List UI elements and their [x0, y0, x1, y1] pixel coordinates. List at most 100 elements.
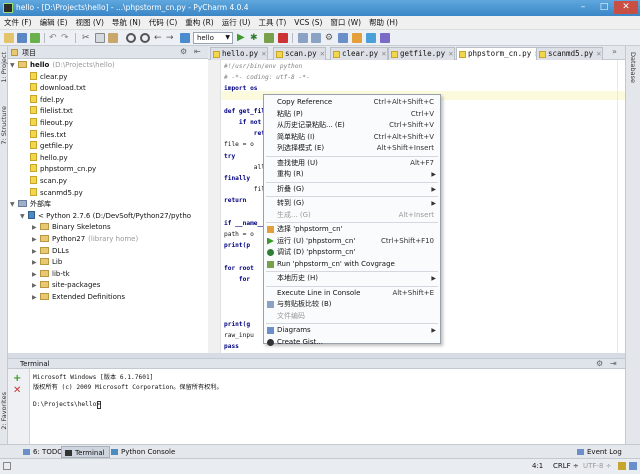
expand-arrow-icon[interactable]: ▼	[10, 199, 18, 211]
close-tab-icon[interactable]: ✕	[320, 50, 325, 58]
project-structure-icon[interactable]	[338, 33, 348, 43]
tree-row[interactable]: download.txt	[30, 83, 86, 95]
close-tab-icon[interactable]: ✕	[448, 50, 453, 58]
menu-item[interactable]: VCS (S)	[290, 16, 326, 30]
context-menu-item[interactable]: 转到 (G) ▶	[264, 198, 440, 210]
expand-arrow-icon[interactable]: ▶	[32, 246, 40, 258]
tool-window-structure[interactable]: 7: Structure	[0, 106, 8, 145]
tree-row[interactable]: fileout.py	[30, 118, 73, 130]
context-menu-item[interactable]: 从历史记录粘贴... (E) Ctrl+Shift+V	[264, 120, 440, 132]
file-encoding[interactable]: UTF-8 ÷	[583, 462, 612, 470]
context-menu-item[interactable]: 运行 (U) 'phpstorm_cn' Ctrl+Shift+F10	[264, 236, 440, 248]
tool-window-favorites[interactable]: 2: Favorites	[0, 392, 8, 430]
bottom-tool-tab[interactable]: Python Console	[108, 446, 179, 458]
context-menu-item[interactable]: Create Gist...	[264, 337, 440, 349]
tree-row[interactable]: ▼ 外部库	[10, 199, 51, 211]
toggle-tool-windows-icon[interactable]	[3, 462, 11, 470]
tree-row[interactable]: ▶ Extended Definitions	[32, 292, 128, 304]
forward-icon[interactable]: →	[166, 33, 176, 43]
tree-row[interactable]: clear.py	[30, 71, 67, 84]
replace-icon[interactable]	[140, 33, 150, 43]
tree-row[interactable]: ▼ hello (D:\Projects\hello)	[10, 60, 115, 72]
tree-row[interactable]: scanmd5.py	[30, 187, 83, 200]
editor-tab[interactable]: phpstorm_cn.py✕	[456, 47, 541, 60]
lock-icon[interactable]	[618, 462, 626, 470]
inspector-icon[interactable]	[629, 462, 637, 470]
new-session-icon[interactable]: +	[13, 373, 21, 384]
tree-row[interactable]: ▶ Python27 (library home)	[32, 234, 138, 246]
structure-icon[interactable]	[180, 33, 190, 43]
context-menu-item[interactable]: Copy Reference Ctrl+Alt+Shift+C	[264, 97, 440, 109]
maximize-button[interactable]: □	[594, 1, 614, 14]
menu-item[interactable]: 帮助 (H)	[365, 16, 402, 30]
editor-tab[interactable]: hello.py ✕	[210, 47, 268, 60]
settings-icon[interactable]: ⚙	[325, 33, 335, 43]
coverage-icon[interactable]	[264, 33, 274, 43]
tool-window-database[interactable]: Database	[629, 52, 637, 83]
settings-icon[interactable]: ⚙	[596, 359, 603, 368]
context-menu-item[interactable]: 查找使用 (U) Alt+F7	[264, 158, 440, 170]
event-log-tab[interactable]: Event Log	[574, 446, 626, 458]
close-tab-icon[interactable]: ✕	[596, 50, 601, 58]
sync-icon[interactable]	[30, 33, 40, 43]
caret-position[interactable]: 4:1	[532, 462, 543, 470]
copy-icon[interactable]	[95, 33, 105, 43]
menu-item[interactable]: 代码 (C)	[145, 16, 181, 30]
menu-item[interactable]: 编辑 (E)	[36, 16, 72, 30]
expand-arrow-icon[interactable]: ▼	[10, 60, 18, 72]
back-icon[interactable]: ←	[154, 33, 164, 43]
context-menu-item[interactable]: Run 'phpstorm_cn' with Covgrage	[264, 259, 440, 271]
bottom-tool-tab[interactable]: Terminal	[61, 446, 110, 458]
run-config-select[interactable]: hello ▼	[193, 32, 233, 44]
context-menu-item[interactable]: 列选择模式 (E) Alt+Shift+Insert	[264, 143, 440, 155]
undo-icon[interactable]: ↶	[49, 33, 59, 43]
menu-item[interactable]: 运行 (U)	[218, 16, 255, 30]
context-menu-item[interactable]: 选择 'phpstorm_cn'	[264, 224, 440, 236]
context-menu-item[interactable]: 折叠 (G) ▶	[264, 184, 440, 196]
cut-icon[interactable]: ✂	[82, 33, 92, 43]
expand-arrow-icon[interactable]: ▶	[32, 234, 40, 246]
menu-item[interactable]: 重构 (R)	[181, 16, 217, 30]
hide-panel-icon[interactable]: ⇥	[610, 359, 617, 368]
minimize-button[interactable]: –	[572, 1, 594, 14]
tree-row[interactable]: ▶ Binary Skeletons	[32, 222, 114, 234]
tree-row[interactable]: getfile.py	[30, 141, 73, 153]
expand-arrow-icon[interactable]: ▶	[32, 269, 40, 281]
tree-row[interactable]: ▼ < Python 2.7.6 (D:/DevSoft/Python27/pyt…	[20, 210, 191, 223]
close-session-icon[interactable]: ✕	[13, 385, 21, 396]
debug-icon[interactable]: ✱	[250, 33, 260, 43]
tree-row[interactable]: ▶ lib-tk	[32, 269, 73, 281]
tree-row[interactable]: phpstorm_cn.py	[30, 164, 96, 176]
stop-icon[interactable]	[278, 33, 288, 43]
bottom-tool-tab[interactable]: 6: TODO	[20, 446, 67, 458]
save-icon[interactable]	[17, 33, 27, 43]
line-separator[interactable]: CRLF ÷	[553, 462, 579, 470]
context-menu-item[interactable]: Diagrams ▶	[264, 325, 440, 337]
tree-row[interactable]: files.txt	[30, 129, 66, 142]
tree-row[interactable]: ▶ DLLs	[32, 246, 72, 258]
editor-tab[interactable]: getfile.py ✕	[388, 47, 455, 60]
context-menu-item[interactable]: 本地历史 (H) ▶	[264, 273, 440, 285]
menu-item[interactable]: 文件 (F)	[0, 16, 36, 30]
run-icon[interactable]: ▶	[237, 33, 247, 43]
plugin-icon[interactable]	[380, 33, 390, 43]
context-menu-item[interactable]: 重构 (R) ▶	[264, 169, 440, 181]
expand-arrow-icon[interactable]: ▶	[32, 222, 40, 234]
tree-row[interactable]: ▶ Lib	[32, 257, 65, 269]
tasks-icon[interactable]	[352, 33, 362, 43]
collapse-icon[interactable]: ⇤	[194, 47, 201, 56]
help-icon[interactable]	[366, 33, 376, 43]
vcs-update-icon[interactable]	[298, 33, 308, 43]
menu-item[interactable]: 工具 (T)	[254, 16, 290, 30]
close-tab-icon[interactable]: ✕	[381, 50, 386, 58]
expand-arrow-icon[interactable]: ▶	[32, 292, 40, 304]
tree-row[interactable]: scan.py	[30, 176, 67, 188]
paste-icon[interactable]	[108, 33, 118, 43]
tab-overflow-icon[interactable]: »	[612, 47, 617, 56]
tree-row[interactable]: filelist.txt	[30, 106, 73, 118]
terminal-output[interactable]: Microsoft Windows [版本 6.1.7601] 版权所有 (c) …	[30, 369, 625, 444]
tree-row[interactable]: ▶ site-packages	[32, 280, 103, 292]
expand-arrow-icon[interactable]: ▶	[32, 280, 40, 292]
find-icon[interactable]	[126, 33, 136, 43]
close-button[interactable]: ✕	[614, 1, 638, 14]
